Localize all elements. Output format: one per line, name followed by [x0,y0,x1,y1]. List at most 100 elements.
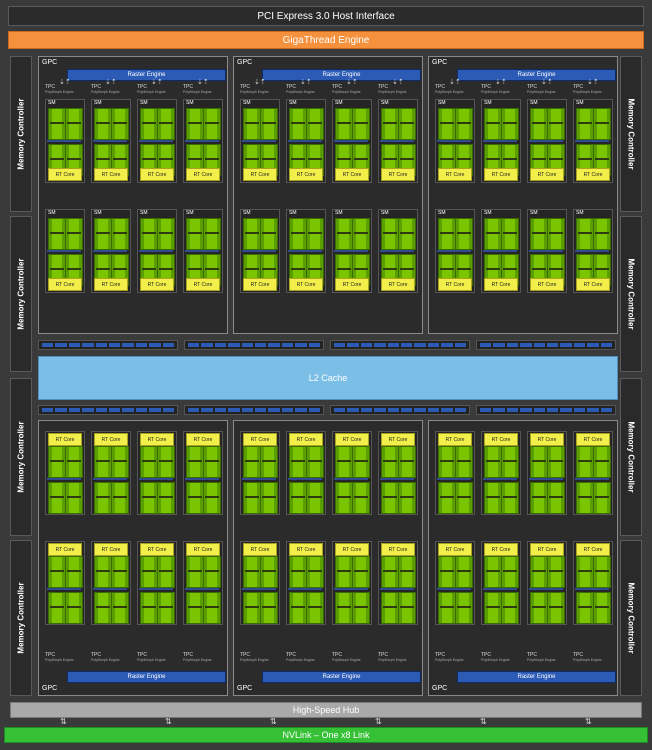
rt-core: RT Core [186,433,220,446]
streaming-multiprocessor: SMRT Core [137,541,177,625]
cuda-core-block [289,108,307,140]
cuda-core-block [547,556,565,588]
streaming-multiprocessor: SMRT Core [240,209,280,293]
streaming-multiprocessor: SMRT Core [91,99,131,183]
cuda-core-block [398,218,416,250]
cuda-core-block [352,108,370,140]
cuda-core-block [94,482,112,514]
rt-core: RT Core [140,433,174,446]
sm-divider [242,478,276,480]
cuda-core-block [484,108,502,140]
streaming-multiprocessor: SMRT Core [378,99,418,183]
cuda-core-block [111,556,129,588]
streaming-multiprocessor: SMRT Core [435,209,475,293]
cuda-core-block [140,108,158,140]
cuda-core-block [48,482,66,514]
cuda-core-block [203,108,221,140]
rt-core: RT Core [484,543,518,556]
cuda-core-block [157,592,175,624]
polymorph-engine: PolyMorph Engine [481,658,510,662]
cuda-core-block [593,592,611,624]
cuda-core-block [140,556,158,588]
cuda-core-block [576,592,594,624]
rt-core: RT Core [438,543,472,556]
sm-divider [529,140,563,142]
cuda-core-block [438,108,456,140]
rt-core: RT Core [140,543,174,556]
tpc-label: TPC PolyMorph Engine [481,652,510,663]
sm-divider [185,478,219,480]
gpc-bottom: SMRT CoreSMRT CoreTPCPolyMorph EngineSMR… [428,420,618,696]
rt-core: RT Core [186,168,220,181]
cuda-core-block [65,108,83,140]
cuda-core-block [593,482,611,514]
sm-divider [437,250,471,252]
sm-label: SM [140,100,148,106]
tpc-label: TPC PolyMorph Engine [183,84,212,95]
l2-cache: L2 Cache [38,356,618,400]
streaming-multiprocessor: SM RT Core [183,99,223,183]
cuda-core-block [140,218,158,250]
rt-core: RT Core [438,278,472,291]
rt-core: RT Core [530,543,564,556]
cuda-core-block [381,218,399,250]
cuda-core-block [157,482,175,514]
cuda-core-block [547,592,565,624]
cuda-core-block [398,556,416,588]
polymorph-engine: PolyMorph Engine [45,658,74,662]
polymorph-engine: PolyMorph Engine [527,658,556,662]
sm-label: SM [186,210,194,216]
cuda-core-block [484,446,502,478]
raster-engine: Raster Engine [67,671,226,683]
polymorph-engine: PolyMorph Engine [573,90,602,94]
gpc-label: GPC [432,59,448,66]
gpc-bottom: SMRT CoreSMRT CoreTPCPolyMorph EngineSMR… [233,420,423,696]
cuda-core-block [455,446,473,478]
memory-controller-right-4: Memory Controller [620,540,642,696]
cuda-core-block [111,482,129,514]
rt-core: RT Core [48,543,82,556]
cuda-core-block [186,592,204,624]
sm-divider [334,478,368,480]
streaming-multiprocessor: SMRT Core [573,99,613,183]
polymorph-engine: PolyMorph Engine [481,90,510,94]
streaming-multiprocessor: SMRT Core [435,541,475,625]
rt-core: RT Core [530,278,564,291]
tpc-label: TPC PolyMorph Engine [527,652,556,663]
tpc-label: TPC PolyMorph Engine [332,84,361,95]
cuda-core-block [398,446,416,478]
cuda-core-block [157,108,175,140]
cuda-core-block [530,592,548,624]
polymorph-engine: PolyMorph Engine [137,658,166,662]
streaming-multiprocessor: SMRT Core [137,99,177,183]
tpc-label: TPC PolyMorph Engine [286,84,315,95]
cuda-core-block [289,446,307,478]
tpc-label: TPC PolyMorph Engine [286,652,315,663]
raster-engine: Raster Engine [457,671,616,683]
cuda-core-block [157,556,175,588]
cuda-core-block [455,108,473,140]
rt-core: RT Core [94,433,128,446]
cuda-core-block [455,482,473,514]
rt-core: RT Core [289,433,323,446]
sm-divider [334,250,368,252]
cuda-core-block [398,108,416,140]
cuda-core-block [65,592,83,624]
gpc-label: GPC [432,685,448,692]
cuda-core-block [381,108,399,140]
cuda-core-block [381,482,399,514]
sm-divider [483,588,517,590]
sm-divider [483,478,517,480]
cuda-core-block [306,592,324,624]
sm-divider [288,140,322,142]
sm-label: SM [186,100,194,106]
polymorph-engine: PolyMorph Engine [332,90,361,94]
streaming-multiprocessor: SMRT Core [332,431,372,515]
gpc-label: GPC [237,59,253,66]
sm-label: SM [484,100,492,106]
cuda-core-block [381,592,399,624]
nvlink-arrow-icon: ⇅ [270,717,277,726]
sm-divider [47,478,81,480]
streaming-multiprocessor: SMRT Core [183,431,223,515]
sm-divider [437,478,471,480]
